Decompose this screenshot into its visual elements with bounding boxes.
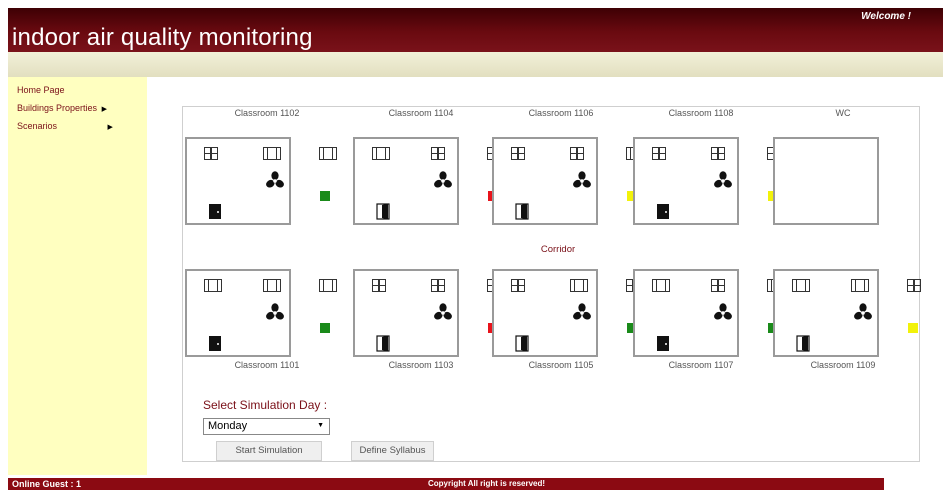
window-icon[interactable] (792, 279, 810, 292)
sidebar-item-label: Scenarios (17, 121, 58, 131)
window-icon[interactable] (907, 279, 921, 292)
window-icon[interactable] (570, 147, 584, 160)
sidebar-item-buildings-properties[interactable]: Buildings Properties ▶ (17, 103, 107, 113)
closed-door-icon (657, 204, 669, 219)
floor-plan-panel: Corridor Select Simulation Day : Monday … (182, 106, 921, 462)
room-label: Classroom 1102 (234, 108, 300, 118)
room-classroom-1104[interactable] (353, 137, 501, 225)
ventilation-fan-icon (714, 303, 732, 320)
header-banner: indoor air quality monitoring Welcome ! (8, 8, 943, 52)
online-guest-count: Online Guest : 1 (12, 479, 82, 489)
simulation-day-select[interactable]: Monday ▼ (203, 418, 330, 435)
closed-door-icon (657, 336, 669, 351)
window-icon[interactable] (204, 279, 222, 292)
open-door-icon (796, 335, 810, 352)
window-icon[interactable] (263, 147, 281, 160)
room-label: Classroom 1106 (528, 108, 594, 118)
window-icon[interactable] (652, 279, 670, 292)
window-icon[interactable] (711, 279, 725, 292)
open-door-icon (376, 203, 390, 220)
submenu-arrow-icon: ▶ (101, 106, 107, 113)
sidebar: Home Page Buildings Properties ▶ Scenari… (8, 77, 147, 475)
window-icon[interactable] (372, 279, 386, 292)
room-label: Classroom 1105 (528, 360, 594, 370)
open-door-icon (515, 335, 529, 352)
simulation-day-label: Select Simulation Day : (203, 398, 328, 412)
air-quality-indicator (320, 323, 330, 333)
ventilation-fan-icon (573, 303, 591, 320)
room-classroom-1103[interactable] (353, 269, 501, 357)
air-quality-indicator (320, 191, 330, 201)
ventilation-fan-icon (266, 303, 284, 320)
define-syllabus-button[interactable]: Define Syllabus (351, 441, 434, 461)
room-classroom-1108[interactable] (633, 137, 781, 225)
room-label: Classroom 1101 (234, 360, 300, 370)
room-classroom-1105[interactable] (492, 269, 640, 357)
corridor-label: Corridor (540, 244, 576, 255)
room-label: WC (835, 108, 851, 118)
simulation-day-value: Monday (208, 420, 248, 432)
room-label: Classroom 1109 (810, 360, 876, 370)
ventilation-fan-icon (434, 303, 452, 320)
window-icon[interactable] (851, 279, 869, 292)
room-classroom-1102[interactable] (185, 137, 337, 225)
submenu-arrow-icon: ▶ (107, 124, 113, 131)
room-classroom-1101[interactable] (185, 269, 337, 357)
dropdown-caret-icon: ▼ (317, 422, 324, 429)
sidebar-item-scenarios[interactable]: Scenarios ▶ (17, 121, 113, 131)
room-wc[interactable] (773, 137, 879, 225)
room-classroom-1109[interactable] (773, 269, 921, 357)
window-icon[interactable] (511, 279, 525, 292)
ventilation-fan-icon (714, 171, 732, 188)
room-classroom-1107[interactable] (633, 269, 785, 357)
start-simulation-button[interactable]: Start Simulation (216, 441, 322, 461)
room-label: Classroom 1107 (668, 360, 734, 370)
window-icon[interactable] (319, 147, 337, 160)
window-icon[interactable] (204, 147, 218, 160)
ventilation-fan-icon (434, 171, 452, 188)
window-icon[interactable] (511, 147, 525, 160)
window-icon[interactable] (263, 279, 281, 292)
window-icon[interactable] (431, 279, 445, 292)
sidebar-item-label: Home Page (17, 85, 65, 95)
header-subbar (8, 52, 943, 77)
sidebar-item-home-page[interactable]: Home Page (17, 85, 65, 95)
room-label: Classroom 1103 (388, 360, 454, 370)
room-label: Classroom 1108 (668, 108, 734, 118)
open-door-icon (515, 203, 529, 220)
footer-bar: Online Guest : 1 Copyright All right is … (8, 478, 884, 490)
air-quality-indicator (908, 323, 918, 333)
ventilation-fan-icon (573, 171, 591, 188)
window-icon[interactable] (431, 147, 445, 160)
window-icon[interactable] (570, 279, 588, 292)
window-icon[interactable] (711, 147, 725, 160)
closed-door-icon (209, 336, 221, 351)
room-label: Classroom 1104 (388, 108, 454, 118)
room-classroom-1106[interactable] (492, 137, 644, 225)
closed-door-icon (209, 204, 221, 219)
window-icon[interactable] (319, 279, 337, 292)
app-title: indoor air quality monitoring (12, 24, 313, 51)
window-icon[interactable] (652, 147, 666, 160)
copyright-text: Copyright All right is reserved! (428, 479, 546, 488)
ventilation-fan-icon (854, 303, 872, 320)
sidebar-item-label: Buildings Properties (17, 103, 98, 113)
open-door-icon (376, 335, 390, 352)
window-icon[interactable] (372, 147, 390, 160)
ventilation-fan-icon (266, 171, 284, 188)
welcome-text: Welcome ! (861, 11, 911, 22)
